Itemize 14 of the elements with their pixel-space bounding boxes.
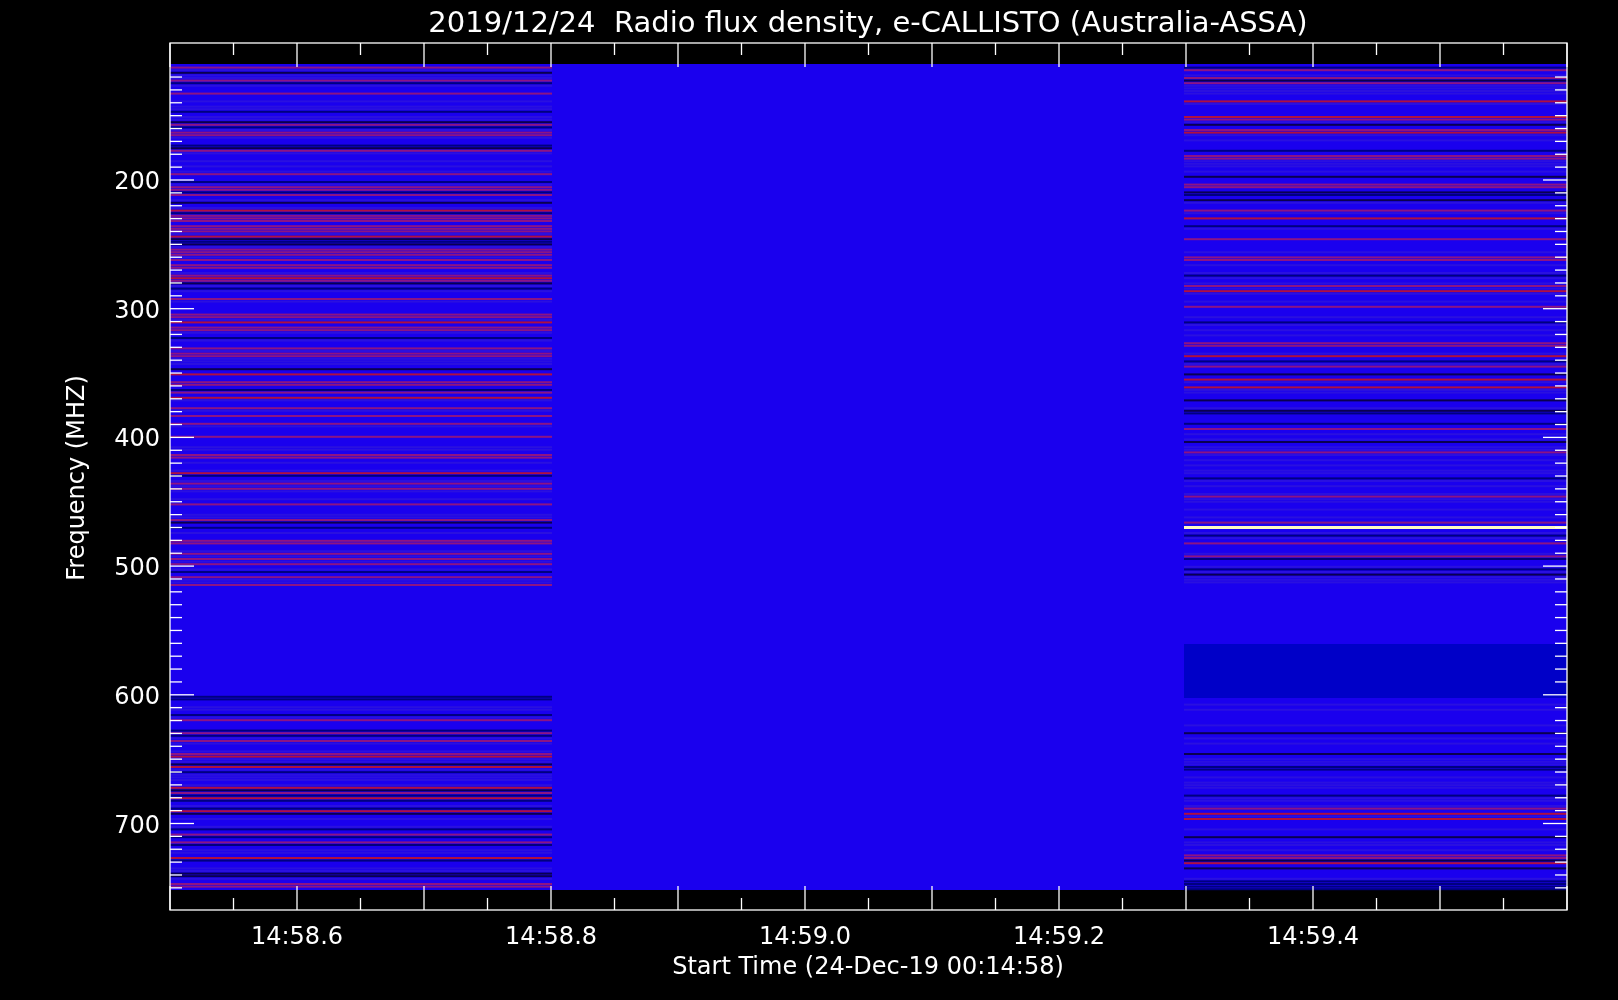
y-tick-label: 500 <box>114 553 160 582</box>
x-tick-label: 14:59.2 <box>1012 922 1106 950</box>
x-tick-label: 14:59.4 <box>1266 922 1360 950</box>
y-axis-label: Frequency (MHZ) <box>62 375 90 581</box>
y-tick-label: 700 <box>114 810 160 839</box>
x-tick-label: 14:58.6 <box>250 922 344 950</box>
y-tick-label: 200 <box>114 167 160 195</box>
y-tick-label: 300 <box>114 295 160 324</box>
x-axis-label: Start Time (24-Dec-19 00:14:58) <box>672 952 1064 980</box>
x-tick-label: 14:59.0 <box>758 922 852 950</box>
y-tick-label: 600 <box>114 681 160 710</box>
plot-title: 2019/12/24 Radio flux density, e-CALLISTO (Australia-ASSA) <box>428 5 1308 39</box>
y-tick-label: 400 <box>114 424 160 453</box>
x-tick-label: 14:58.8 <box>504 922 598 950</box>
